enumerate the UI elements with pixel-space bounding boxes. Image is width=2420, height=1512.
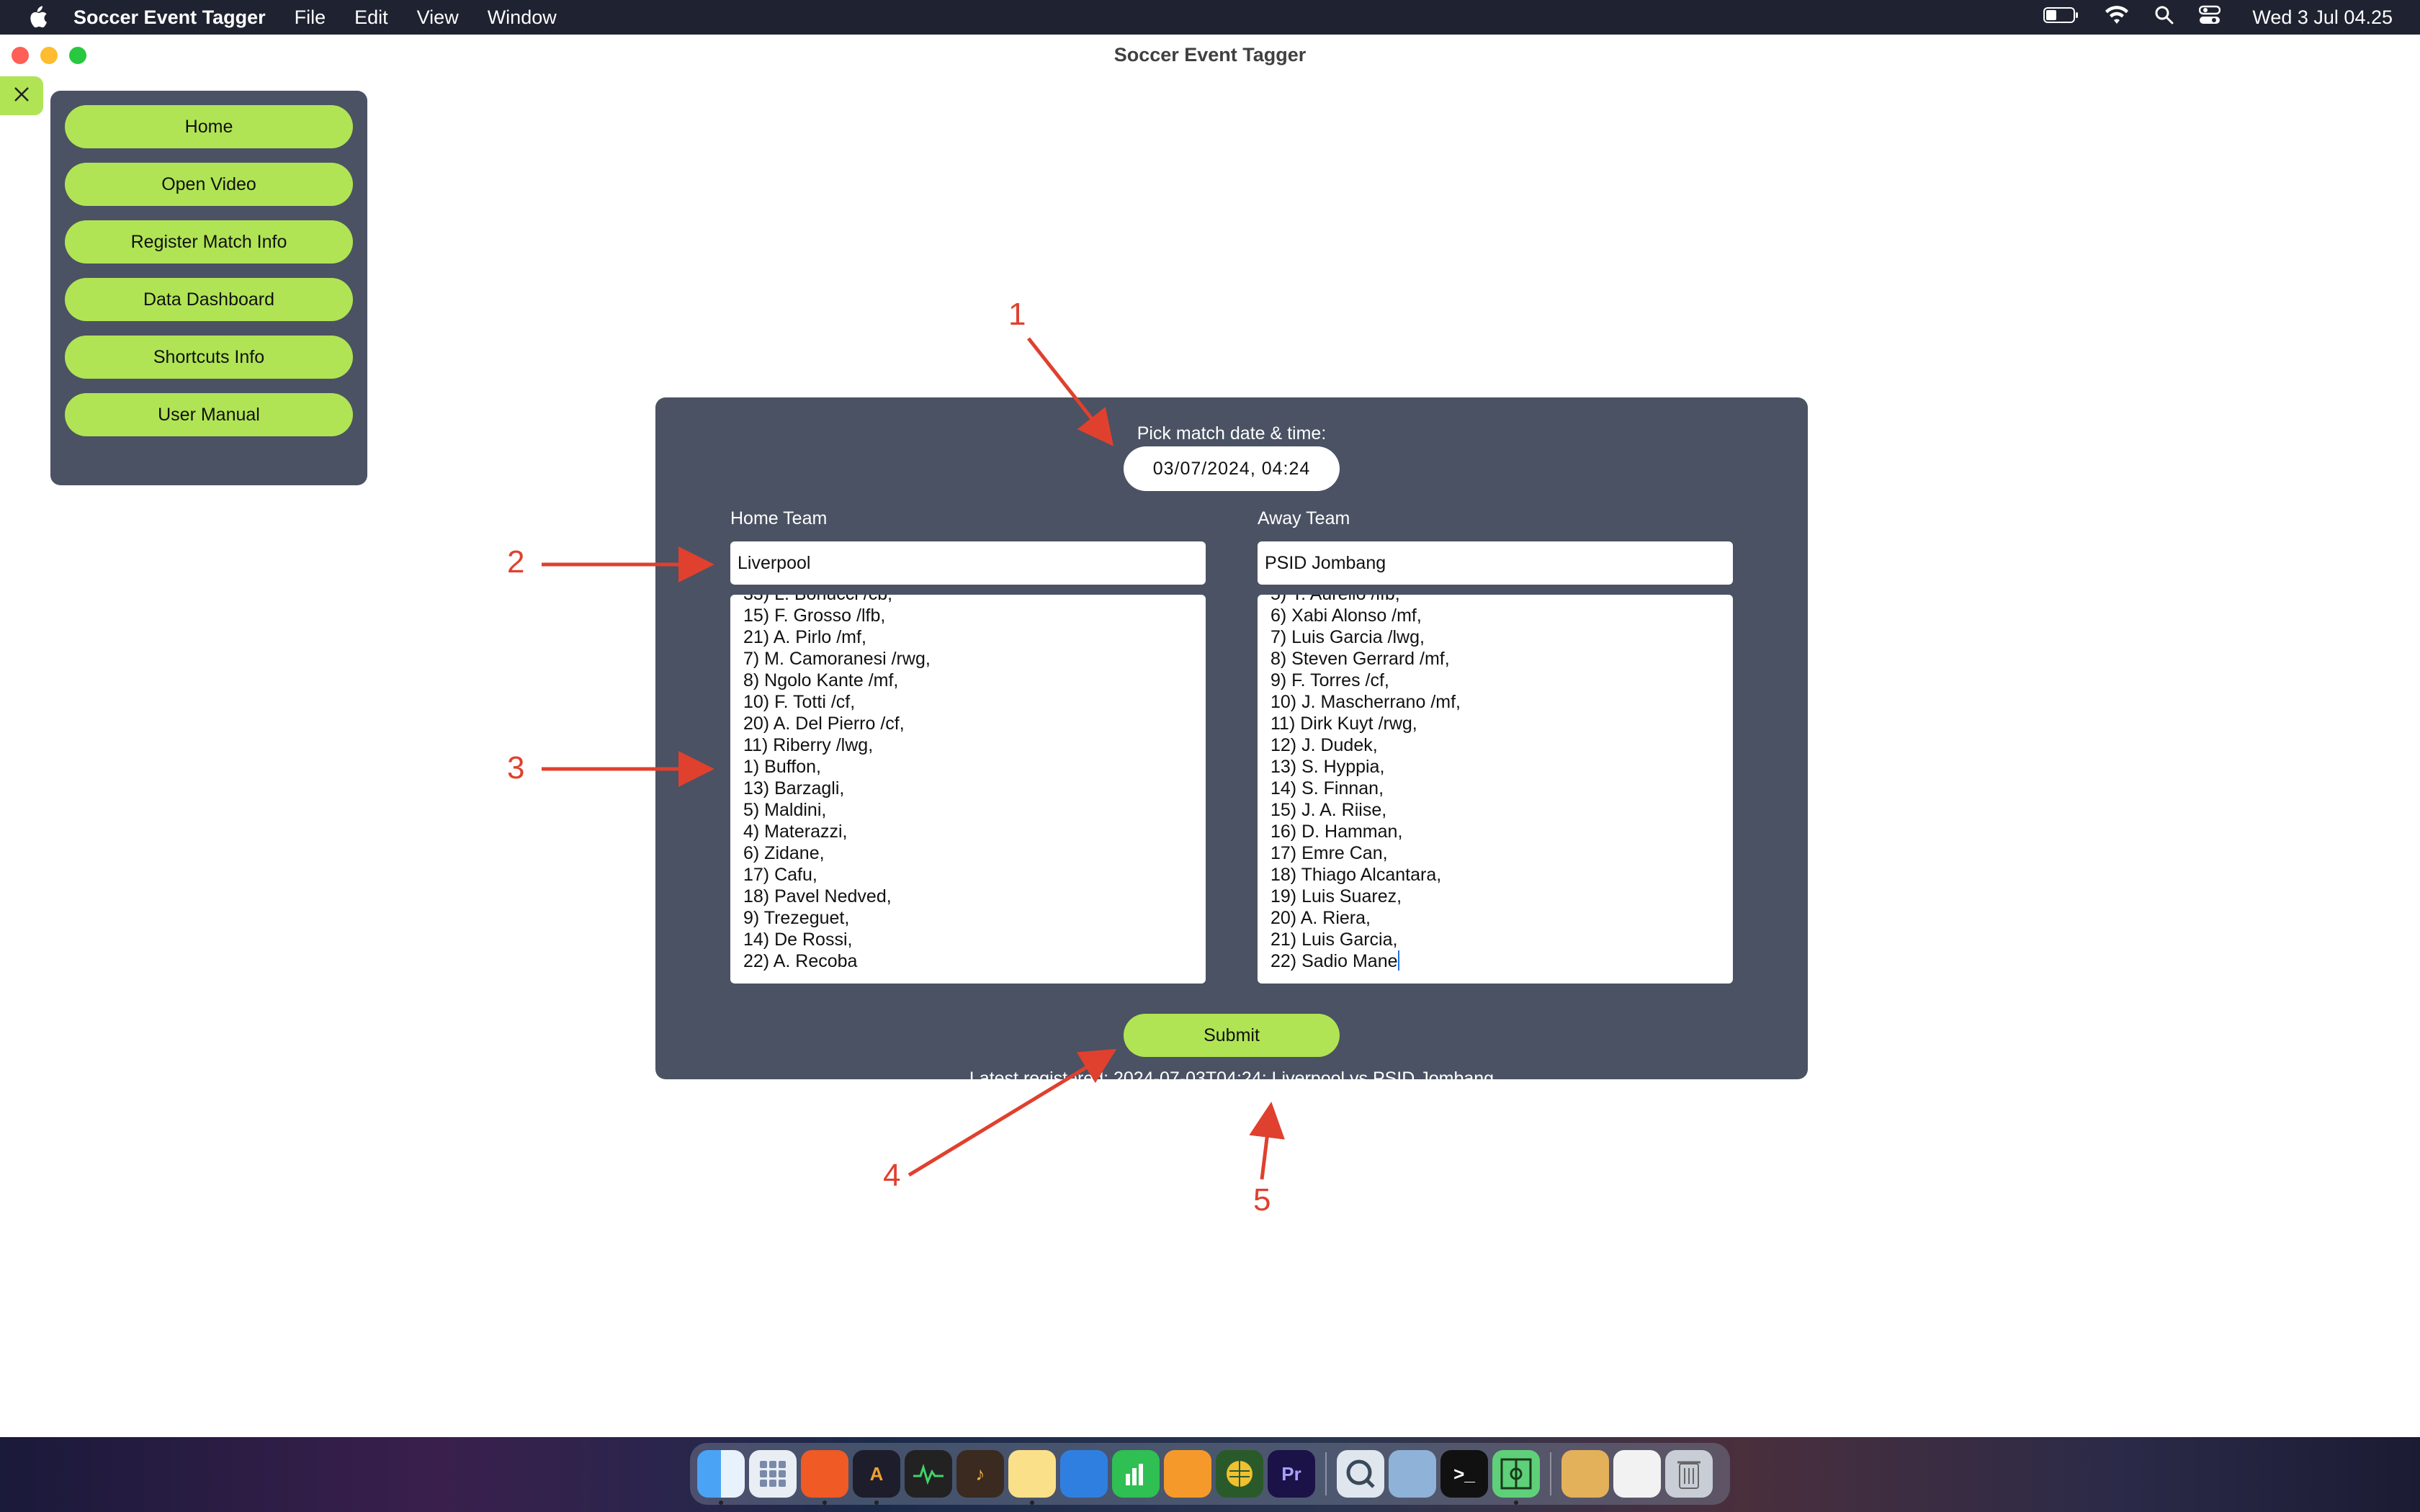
preview-icon[interactable] <box>1389 1450 1436 1498</box>
annotation-arrow-1 <box>1027 337 1114 446</box>
annotation-number-5: 5 <box>1253 1182 1271 1218</box>
annotation-number-1: 1 <box>1008 297 1026 332</box>
mail-icon[interactable] <box>1613 1450 1661 1498</box>
annotation-number-2: 2 <box>507 544 525 580</box>
annotation-number-3: 3 <box>507 750 525 786</box>
menu-file[interactable]: File <box>295 6 326 29</box>
menu-bar: Soccer Event Tagger File Edit View Windo… <box>0 0 2420 35</box>
finder-icon[interactable] <box>697 1450 745 1505</box>
menu-window[interactable]: Window <box>488 6 557 29</box>
annotation-arrow-4 <box>908 1048 1117 1177</box>
quicktime-icon[interactable] <box>1337 1450 1384 1498</box>
terminal-icon[interactable]: >_ <box>1440 1450 1488 1498</box>
dock-separator <box>1325 1452 1327 1495</box>
battery-icon[interactable] <box>2043 6 2079 29</box>
numbers-icon[interactable] <box>1112 1450 1160 1498</box>
affinity-icon[interactable]: A <box>853 1450 900 1505</box>
annotation-number-4: 4 <box>883 1158 901 1193</box>
annotation-arrows <box>542 337 1285 1180</box>
keynote-icon[interactable] <box>1060 1450 1108 1498</box>
soccer-tagger-icon[interactable] <box>1492 1450 1540 1505</box>
activity-monitor-icon[interactable] <box>905 1450 952 1498</box>
premiere-icon[interactable]: Pr <box>1268 1450 1315 1498</box>
menu-app-name[interactable]: Soccer Event Tagger <box>73 6 266 29</box>
wifi-icon[interactable] <box>2104 5 2130 30</box>
garageband-icon[interactable]: ♪ <box>956 1450 1004 1498</box>
menu-clock[interactable]: Wed 3 Jul 04.25 <box>2252 6 2393 29</box>
app-window: Soccer Event Tagger Home Open Video Regi… <box>0 35 2420 1437</box>
launchpad-icon[interactable] <box>749 1450 797 1498</box>
trash-icon[interactable] <box>1665 1450 1713 1498</box>
notes-icon[interactable] <box>1008 1450 1056 1505</box>
dock-separator-2 <box>1550 1452 1551 1495</box>
menu-view[interactable]: View <box>417 6 459 29</box>
annotation-arrow-5 <box>1249 1102 1285 1180</box>
globe-icon[interactable] <box>1216 1450 1263 1498</box>
archive-icon[interactable] <box>1561 1450 1609 1498</box>
spotlight-search-icon[interactable] <box>2154 5 2174 30</box>
pages-icon[interactable] <box>1164 1450 1211 1498</box>
menu-edit[interactable]: Edit <box>354 6 388 29</box>
brave-icon[interactable] <box>801 1450 848 1505</box>
dock: A ♪ Pr >_ <box>690 1443 1730 1505</box>
control-center-icon[interactable] <box>2199 5 2221 30</box>
apple-icon[interactable] <box>27 6 65 29</box>
